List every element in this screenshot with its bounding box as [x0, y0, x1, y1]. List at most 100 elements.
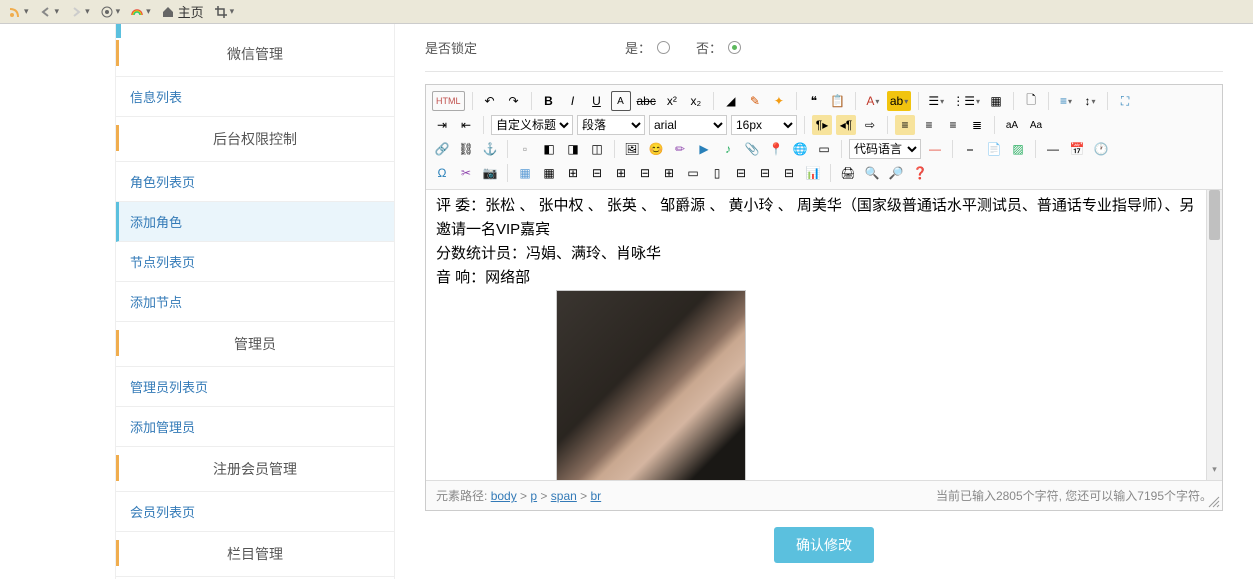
insert-col-button[interactable]: ⊞	[611, 163, 631, 183]
radio-yes[interactable]	[657, 41, 670, 54]
row-spacing-button[interactable]: ≡▾	[1056, 91, 1076, 111]
ordered-list-button[interactable]: ☰▾	[926, 91, 946, 111]
chart-button[interactable]: 📊	[803, 163, 823, 183]
align-justify-button[interactable]: ≣	[967, 115, 987, 135]
image-none-button[interactable]: ▫	[515, 139, 535, 159]
snapscreen-button[interactable]: ✂	[456, 163, 476, 183]
align-left-button[interactable]: ≡	[895, 115, 915, 135]
code-lang-select[interactable]: 代码语言	[849, 139, 921, 159]
time-button[interactable]: 🕐	[1091, 139, 1111, 159]
horizontal-button[interactable]: —	[1043, 139, 1063, 159]
delete-col-button[interactable]: ⊟	[635, 163, 655, 183]
path-p[interactable]: p	[530, 489, 537, 503]
font-border-button[interactable]: A	[611, 91, 631, 111]
insert-image-button[interactable]: 🖼	[622, 139, 642, 159]
editor-content-area[interactable]: 评 委：张松 、 张中权 、 张英 、 邹爵源 、 黄小玲 、 周美华（国家级普…	[426, 190, 1222, 480]
html-source-button[interactable]: HTML	[432, 91, 465, 111]
font-size-select[interactable]: 16px	[731, 115, 797, 135]
date-button[interactable]: 📅	[1067, 139, 1087, 159]
eraser-button[interactable]: ◢	[721, 91, 741, 111]
sidebar-item-admin-list[interactable]: 管理员列表页	[116, 367, 394, 407]
back-button[interactable]: ▾	[35, 5, 64, 19]
underline-button[interactable]: U	[587, 91, 607, 111]
indent-para-button[interactable]: ⇨	[860, 115, 880, 135]
delete-table-button[interactable]: ▦	[539, 163, 559, 183]
superscript-button[interactable]: x²	[662, 91, 682, 111]
split-cells-button[interactable]: ⊟	[731, 163, 751, 183]
scrawl-button[interactable]: ✏	[670, 139, 690, 159]
custom-title-select[interactable]: 自定义标题	[491, 115, 573, 135]
dir-rtl-button[interactable]: ◂¶	[836, 115, 856, 135]
bold-button[interactable]: B	[539, 91, 559, 111]
editor-scrollbar[interactable]: ▾	[1206, 190, 1222, 480]
music-button[interactable]: ♪	[718, 139, 738, 159]
path-span[interactable]: span	[551, 489, 577, 503]
indent-button[interactable]: ⇥	[432, 115, 452, 135]
sidebar-item-member-list[interactable]: 会员列表页	[116, 492, 394, 532]
sidebar-item-info-list[interactable]: 信息列表	[116, 77, 394, 117]
sidebar-item-node-list[interactable]: 节点列表页	[116, 242, 394, 282]
unlink-button[interactable]: ⛓	[456, 139, 476, 159]
special-char-button[interactable]: Ω	[432, 163, 452, 183]
video-button[interactable]: ▶	[694, 139, 714, 159]
split-cols-button[interactable]: ⊟	[779, 163, 799, 183]
radio-no[interactable]	[728, 41, 741, 54]
resize-handle-icon[interactable]	[1208, 496, 1220, 508]
map-button[interactable]: 📍	[766, 139, 786, 159]
background-button[interactable]: ▨	[1008, 139, 1028, 159]
outdent-button[interactable]: ⇤	[456, 115, 476, 135]
searchreplace-button[interactable]: 🔎	[886, 163, 906, 183]
paragraph-select[interactable]: 段落	[577, 115, 645, 135]
merge-down-button[interactable]: ▯	[707, 163, 727, 183]
scroll-thumb[interactable]	[1209, 190, 1220, 240]
format-brush-button[interactable]: ✎	[745, 91, 765, 111]
print-button[interactable]: 🖨	[838, 163, 858, 183]
autoformat-button[interactable]: ✦	[769, 91, 789, 111]
home-button[interactable]: 主页	[157, 2, 208, 21]
path-body[interactable]: body	[491, 489, 517, 503]
touppercase-button[interactable]: aA	[1002, 115, 1022, 135]
paste-button[interactable]: 📋	[828, 91, 848, 111]
preview-button[interactable]: 🔍	[862, 163, 882, 183]
tolowercase-button[interactable]: Aa	[1026, 115, 1046, 135]
sidebar-item-role-list[interactable]: 角色列表页	[116, 162, 394, 202]
insert-table-button[interactable]: ▦	[515, 163, 535, 183]
sidebar-item-add-admin[interactable]: 添加管理员	[116, 407, 394, 447]
hr-button[interactable]: —	[925, 139, 945, 159]
sidebar-item-add-node[interactable]: 添加节点	[116, 282, 394, 322]
image-left-button[interactable]: ◧	[539, 139, 559, 159]
merge-cells-button[interactable]: ⊞	[659, 163, 679, 183]
strike-button[interactable]: abc	[635, 91, 658, 111]
forecolor-button[interactable]: A▾	[863, 91, 883, 111]
line-height-button[interactable]: ↕▾	[1080, 91, 1100, 111]
help-button[interactable]: ❓	[910, 163, 930, 183]
scroll-down-icon[interactable]: ▾	[1207, 464, 1222, 480]
insert-row-button[interactable]: ⊞	[563, 163, 583, 183]
delete-row-button[interactable]: ⊟	[587, 163, 607, 183]
image-right-button[interactable]: ◨	[563, 139, 583, 159]
link-button[interactable]: 🔗	[432, 139, 452, 159]
path-br[interactable]: br	[591, 489, 602, 503]
rainbow-icon[interactable]: ▾	[126, 5, 155, 19]
word-image-button[interactable]: 📷	[480, 163, 500, 183]
sidebar-item-add-role[interactable]: 添加角色	[116, 202, 394, 242]
image-center-button[interactable]: ◫	[587, 139, 607, 159]
subscript-button[interactable]: x₂	[686, 91, 706, 111]
unordered-list-button[interactable]: ⋮☰▾	[950, 91, 982, 111]
attachment-button[interactable]: 📎	[742, 139, 762, 159]
backcolor-button[interactable]: ab▾	[887, 91, 911, 111]
template-button[interactable]: 📄	[984, 139, 1004, 159]
fullscreen-button[interactable]: ⛶	[1115, 91, 1135, 111]
redo-button[interactable]: ↷	[504, 91, 524, 111]
forward-button[interactable]: ▾	[65, 5, 94, 19]
anchor-button[interactable]: ⚓	[480, 139, 500, 159]
align-right-button[interactable]: ≡	[943, 115, 963, 135]
select-all-button[interactable]: ▦	[986, 91, 1006, 111]
gmap-button[interactable]: 🌐	[790, 139, 810, 159]
undo-button[interactable]: ↶	[480, 91, 500, 111]
emoji-button[interactable]: 😊	[646, 139, 666, 159]
italic-button[interactable]: I	[563, 91, 583, 111]
feed-icon[interactable]: ▾	[4, 5, 33, 19]
pagebreak-button[interactable]: ⎯	[960, 139, 980, 159]
merge-right-button[interactable]: ▭	[683, 163, 703, 183]
